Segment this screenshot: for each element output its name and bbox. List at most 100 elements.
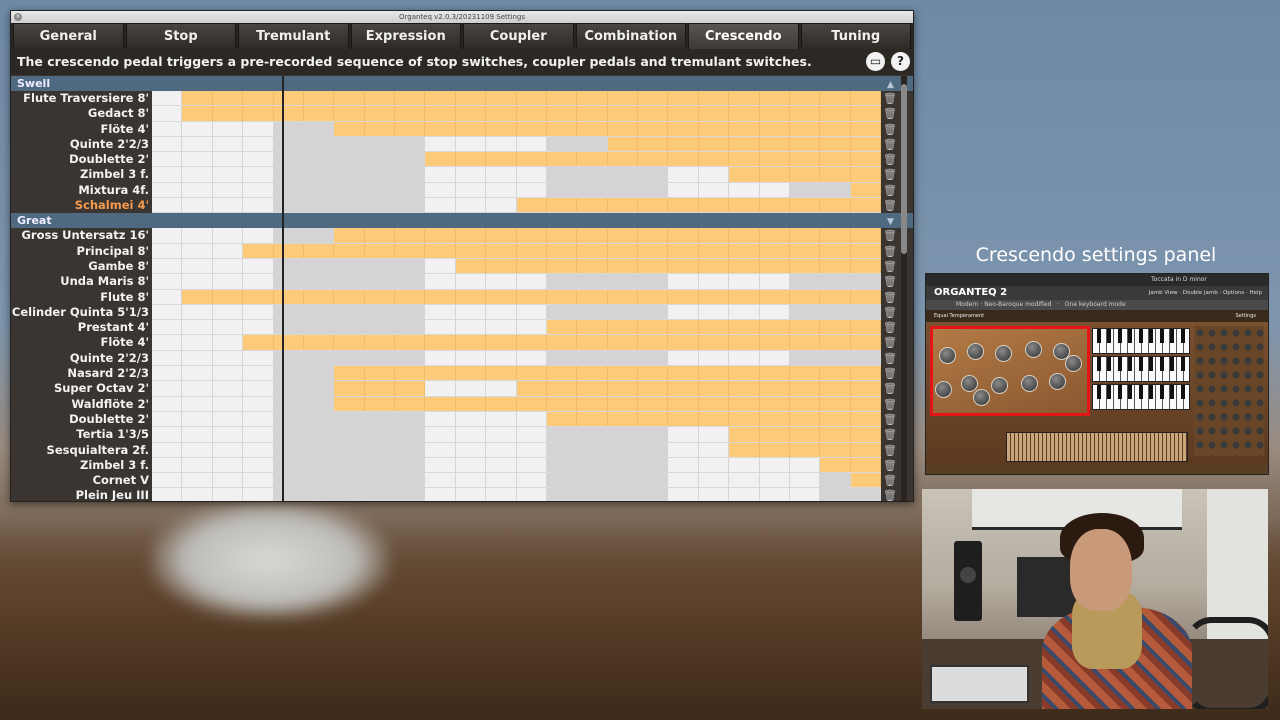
trash-icon[interactable]: 🗑 <box>881 91 899 107</box>
step-cell-on[interactable] <box>516 106 547 121</box>
step-cell-on[interactable] <box>546 381 578 396</box>
step-cell-on[interactable] <box>395 289 426 304</box>
step-cell-on[interactable] <box>607 396 638 411</box>
step-cell-off[interactable] <box>516 442 547 457</box>
step-cell-off[interactable] <box>395 411 426 427</box>
step-cell-on[interactable] <box>577 243 608 258</box>
step-cell-off[interactable] <box>212 304 244 320</box>
step-cell-off[interactable] <box>152 366 183 381</box>
step-cell-on[interactable] <box>850 167 881 182</box>
step-cell-on[interactable] <box>425 106 456 121</box>
step-cell-off[interactable] <box>273 366 304 381</box>
step-cell-off[interactable] <box>516 167 547 182</box>
step-cell-off[interactable] <box>577 136 608 152</box>
step-cell-on[interactable] <box>759 167 790 182</box>
step-cell-on[interactable] <box>759 106 790 121</box>
step-cell-off[interactable] <box>182 258 213 274</box>
step-cell-off[interactable] <box>638 350 669 366</box>
step-cell-off[interactable] <box>364 442 395 457</box>
step-cell-on[interactable] <box>364 396 395 411</box>
step-cell-on[interactable] <box>820 198 851 213</box>
step-cell-off[interactable] <box>486 350 517 366</box>
step-cell-off[interactable] <box>395 304 426 320</box>
step-cell-on[interactable] <box>820 228 851 243</box>
step-cell-off[interactable] <box>607 350 638 366</box>
step-cell-on[interactable] <box>759 289 790 304</box>
step-cell-off[interactable] <box>698 457 730 473</box>
step-cell-on[interactable] <box>729 152 760 167</box>
step-cell-off[interactable] <box>334 136 365 152</box>
step-cell-off[interactable] <box>152 152 183 167</box>
step-cell-off[interactable] <box>638 167 669 182</box>
step-cell-on[interactable] <box>698 366 730 381</box>
step-cell-on[interactable] <box>850 121 881 136</box>
step-cell-on[interactable] <box>820 121 851 136</box>
tab-tuning[interactable]: Tuning <box>800 23 911 49</box>
step-cell-on[interactable] <box>668 243 699 258</box>
step-cell-off[interactable] <box>425 381 456 396</box>
step-cell-on[interactable] <box>455 289 487 304</box>
step-cell-off[interactable] <box>425 442 456 457</box>
step-cell-off[interactable] <box>152 258 183 274</box>
step-cell-on[interactable] <box>729 335 760 350</box>
step-cell-off[interactable] <box>182 182 213 198</box>
step-cell-on[interactable] <box>638 243 669 258</box>
step-cell-off[interactable] <box>334 182 365 198</box>
trash-icon[interactable]: 🗑 <box>881 442 899 458</box>
step-cell-on[interactable] <box>607 320 638 335</box>
step-cell-off[interactable] <box>455 274 487 289</box>
step-cell-off[interactable] <box>364 274 395 289</box>
step-cell-off[interactable] <box>273 121 304 136</box>
step-cell-off[interactable] <box>212 320 244 335</box>
step-cell-on[interactable] <box>789 396 821 411</box>
step-cell-on[interactable] <box>577 152 608 167</box>
step-cell-off[interactable] <box>395 427 426 442</box>
step-cell-off[interactable] <box>303 350 335 366</box>
step-cell-on[interactable] <box>577 228 608 243</box>
step-cell-on[interactable] <box>698 289 730 304</box>
step-cell-on[interactable] <box>759 427 790 442</box>
step-cell-on[interactable] <box>607 243 638 258</box>
step-cell-off[interactable] <box>303 152 335 167</box>
step-cell-off[interactable] <box>516 488 547 501</box>
step-cell-off[interactable] <box>395 274 426 289</box>
step-cell-on[interactable] <box>759 366 790 381</box>
step-cell-off[interactable] <box>668 442 699 457</box>
step-cell-on[interactable] <box>820 106 851 121</box>
step-cell-on[interactable] <box>425 91 456 106</box>
step-cell-on[interactable] <box>638 228 669 243</box>
step-cell-off[interactable] <box>395 350 426 366</box>
step-cell-off[interactable] <box>668 457 699 473</box>
window-icon[interactable]: ▭ <box>866 52 885 71</box>
step-cell-on[interactable] <box>486 121 517 136</box>
step-cell-off[interactable] <box>182 152 213 167</box>
step-cell-on[interactable] <box>668 106 699 121</box>
trash-icon[interactable]: 🗑 <box>881 106 899 122</box>
step-cell-off[interactable] <box>334 457 365 473</box>
step-cell-off[interactable] <box>425 427 456 442</box>
step-cell-on[interactable] <box>516 228 547 243</box>
step-cell-on[interactable] <box>364 243 395 258</box>
step-cell-on[interactable] <box>577 366 608 381</box>
step-cell-on[interactable] <box>395 366 426 381</box>
step-cell-on[interactable] <box>364 121 395 136</box>
step-cell-on[interactable] <box>789 411 821 427</box>
step-cell-off[interactable] <box>546 182 578 198</box>
step-cell-on[interactable] <box>607 106 638 121</box>
step-cell-off[interactable] <box>486 381 517 396</box>
step-cell-on[interactable] <box>455 228 487 243</box>
step-cell-off[interactable] <box>334 411 365 427</box>
step-cell-off[interactable] <box>364 152 395 167</box>
step-cell-on[interactable] <box>850 473 881 488</box>
step-cell-on[interactable] <box>546 396 578 411</box>
step-cell-off[interactable] <box>516 473 547 488</box>
step-cell-off[interactable] <box>698 473 730 488</box>
step-cell-on[interactable] <box>486 106 517 121</box>
step-cell-on[interactable] <box>638 121 669 136</box>
step-cell-off[interactable] <box>425 488 456 501</box>
step-cell-off[interactable] <box>273 228 304 243</box>
step-cell-off[interactable] <box>607 182 638 198</box>
step-cell-off[interactable] <box>486 198 517 213</box>
step-cell-on[interactable] <box>850 152 881 167</box>
step-cell-on[interactable] <box>789 366 821 381</box>
